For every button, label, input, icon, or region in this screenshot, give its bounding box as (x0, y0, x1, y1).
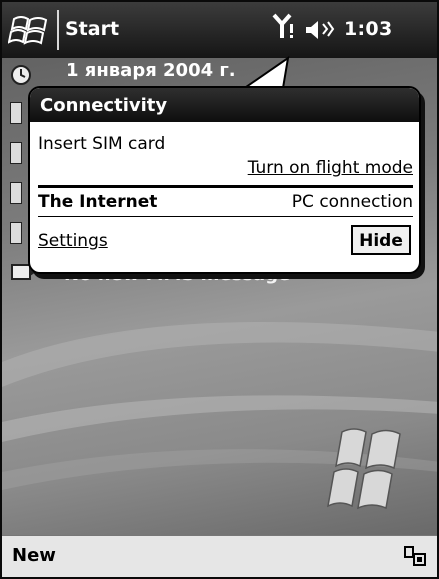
menu-bar: New (2, 535, 437, 577)
internet-status[interactable]: PC connection (292, 192, 413, 212)
windows-logo-watermark (327, 428, 401, 510)
device-screen: Start 1:03 1 января 2004 г. No new MMS m… (0, 0, 439, 579)
new-menu[interactable]: New (12, 545, 56, 566)
start-menu-label[interactable]: Start (65, 18, 119, 40)
input-panel-icon[interactable] (403, 545, 427, 567)
bubble-divider-thick (38, 185, 413, 188)
title-bar: Start 1:03 (2, 2, 437, 58)
settings-link[interactable]: Settings (38, 231, 108, 251)
windows-flag-icon[interactable] (8, 11, 52, 49)
signal-icon[interactable] (272, 12, 296, 40)
owner-icon[interactable] (10, 102, 22, 124)
bubble-divider-thin (38, 216, 413, 217)
tasks-icon[interactable] (10, 182, 22, 204)
speaker-icon[interactable] (304, 17, 336, 43)
clock-icon[interactable] (10, 64, 32, 86)
connectivity-bubble: Connectivity Insert SIM card Turn on fli… (28, 86, 421, 274)
internet-label[interactable]: The Internet (38, 192, 157, 212)
sim-status: Insert SIM card (38, 134, 166, 154)
hide-button[interactable]: Hide (351, 225, 411, 255)
title-divider (57, 10, 59, 50)
calendar-icon[interactable] (10, 222, 22, 244)
messaging-icon[interactable] (10, 142, 22, 164)
bubble-title: Connectivity (30, 88, 419, 122)
today-date[interactable]: 1 января 2004 г. (66, 60, 236, 81)
clock[interactable]: 1:03 (344, 18, 392, 40)
flight-mode-link[interactable]: Turn on flight mode (248, 158, 413, 178)
